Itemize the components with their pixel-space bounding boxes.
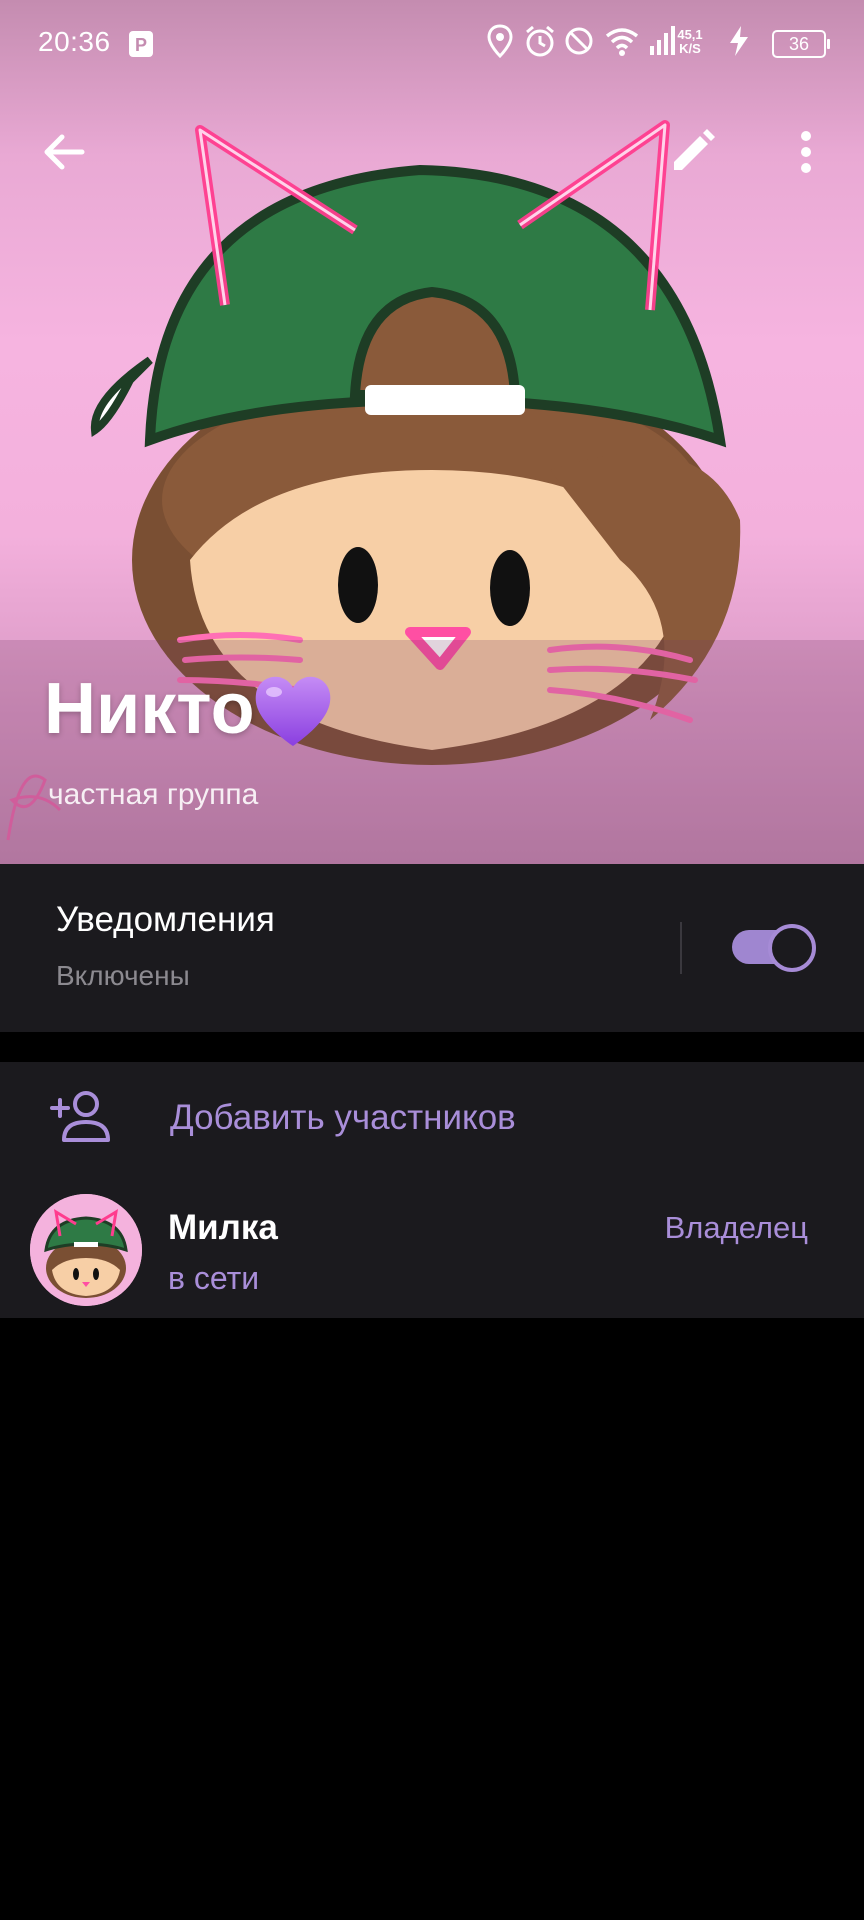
group-subtitle: частная группа [48,778,259,811]
divider [680,922,682,974]
arrow-left-icon [44,134,85,170]
edit-button[interactable] [662,122,722,182]
members-section: Добавить участников Милка в сети Владеле… [0,1062,864,1318]
p-icon: P [129,31,153,57]
battery-icon: 36 [772,30,830,58]
member-name: Милка [168,1208,278,1247]
wifi-icon [605,28,639,56]
more-options-button[interactable] [776,122,836,182]
purple-heart-icon [255,676,331,746]
add-user-icon [50,1091,110,1142]
group-profile-photo[interactable]: 20:36 P 45,1 K/S 36 Никто частная группа [0,0,864,864]
net-speed-unit: K/S [679,41,701,56]
avatar[interactable] [30,1194,142,1306]
group-title: Никто [44,669,255,749]
member-avatar-art [30,1194,142,1306]
notifications-row[interactable]: Уведомления Включены [0,864,864,1032]
alarm-icon [526,25,554,57]
pencil-icon [674,129,715,170]
svg-text:P: P [135,35,147,55]
net-speed-value: 45,1 [677,27,703,42]
notifications-toggle[interactable] [732,924,816,972]
status-bar: 20:36 P 45,1 K/S 36 [0,0,864,86]
member-list-item[interactable]: Милка в сети Владелец [0,1180,864,1310]
charging-icon [730,26,748,56]
notifications-title: Уведомления [56,900,275,939]
add-members-label: Добавить участников [170,1098,516,1137]
notifications-status: Включены [56,960,190,991]
net-speed: 45,1 K/S [672,28,708,56]
back-button[interactable] [36,122,96,182]
add-members-button[interactable]: Добавить участников [0,1062,864,1174]
status-time: 20:36 [38,26,111,57]
location-icon [487,24,513,58]
more-vertical-icon [801,131,811,173]
member-role-badge: Владелец [664,1210,808,1245]
dnd-icon [565,27,593,55]
toggle-knob [768,924,816,972]
member-status: в сети [168,1260,260,1296]
